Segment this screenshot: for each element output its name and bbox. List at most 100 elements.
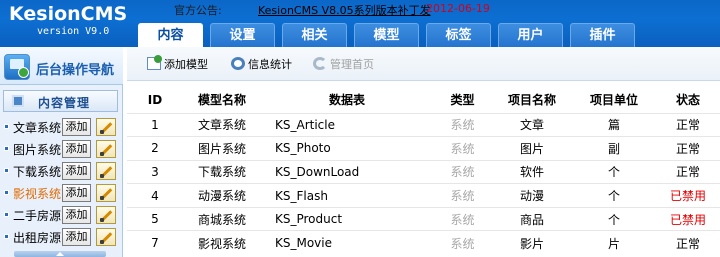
bullet-icon xyxy=(4,212,9,217)
info-stats-label: 信息统计 xyxy=(248,58,292,71)
cell-item-unit: 副 xyxy=(572,136,656,161)
section-square-icon xyxy=(12,95,24,107)
table-header-row: ID 模型名称 数据表 类型 项目名称 项目单位 状态 xyxy=(127,87,720,113)
notice-link[interactable]: KesionCMS V8.05系列版本补丁发 xyxy=(258,2,431,18)
cell-data-table: KS_Photo xyxy=(261,136,433,161)
sidebar-item-label[interactable]: 出租房源 xyxy=(13,229,61,246)
add-button[interactable]: 添加 xyxy=(62,162,91,180)
cell-id: 5 xyxy=(127,206,183,231)
column-header-status: 状态 xyxy=(656,87,720,113)
add-button[interactable]: 添加 xyxy=(62,118,91,136)
cell-item-unit: 个 xyxy=(572,183,656,208)
cell-data-table: KS_Article xyxy=(261,112,433,137)
sidebar-item-label[interactable]: 二手房源 xyxy=(13,207,61,224)
table-row[interactable]: 7 影视系统 KS_Movie 系统 影片 片 正常 xyxy=(127,230,720,255)
content-management-header[interactable]: 内容管理 xyxy=(3,90,118,112)
edit-pencil-icon[interactable] xyxy=(96,228,116,246)
cell-model-name: 图片系统 xyxy=(183,136,261,161)
sidebar-item-label[interactable]: 影视系统 xyxy=(13,185,61,202)
bullet-icon xyxy=(4,234,9,239)
cell-data-table: KS_Flash xyxy=(261,183,433,208)
sidebar-item-rental-housing: 出租房源 添加 xyxy=(0,226,123,248)
add-button[interactable]: 添加 xyxy=(62,140,91,158)
official-notice: 官方公告: KesionCMS V8.05系列版本补丁发 2012-06-19 xyxy=(174,2,490,17)
cell-status[interactable]: 已禁用 xyxy=(656,183,720,208)
sidebar-nav-title: 后台操作导航 xyxy=(36,63,115,78)
add-button[interactable]: 添加 xyxy=(62,184,91,202)
column-header-item-unit: 项目单位 xyxy=(572,87,656,113)
cell-type: 系统 xyxy=(433,206,492,231)
cell-type: 系统 xyxy=(433,230,492,255)
table-row[interactable]: 1 文章系统 KS_Article 系统 文章 篇 正常 xyxy=(127,112,720,137)
sidebar: 后台操作导航 内容管理 文章系统 添加 图片系统 添加 下载系统 添加 影视系统… xyxy=(0,47,123,257)
model-table: ID 模型名称 数据表 类型 项目名称 项目单位 状态 1 文章系统 KS_Ar… xyxy=(127,87,720,255)
gear-icon xyxy=(231,57,245,70)
bullet-icon xyxy=(4,124,9,129)
cell-model-name: 下载系统 xyxy=(183,159,261,184)
sidebar-scroll-up-button[interactable] xyxy=(14,251,106,257)
cell-item-unit: 个 xyxy=(572,159,656,184)
tab-tags[interactable]: 标签 xyxy=(426,23,491,47)
tab-plugins[interactable]: 插件 xyxy=(570,23,635,47)
table-row[interactable]: 2 图片系统 KS_Photo 系统 图片 副 正常 xyxy=(127,136,720,161)
cell-status[interactable]: 正常 xyxy=(656,159,720,184)
cell-item-name: 影片 xyxy=(492,230,572,255)
cell-model-name: 影视系统 xyxy=(183,230,261,255)
cell-id: 7 xyxy=(127,230,183,255)
tab-related[interactable]: 相关 xyxy=(282,23,347,47)
sidebar-item-movie: 影视系统 添加 xyxy=(0,182,123,204)
sidebar-item-label[interactable]: 下载系统 xyxy=(13,163,61,180)
add-button[interactable]: 添加 xyxy=(62,206,91,224)
cell-id: 4 xyxy=(127,183,183,208)
cell-item-name: 动漫 xyxy=(492,183,572,208)
edit-pencil-icon[interactable] xyxy=(96,206,116,224)
app-logo-title: KesionCMS xyxy=(9,3,128,25)
add-button[interactable]: 添加 xyxy=(62,228,91,246)
sidebar-header: 后台操作导航 xyxy=(0,47,123,85)
column-header-type: 类型 xyxy=(433,87,492,113)
cell-status[interactable]: 正常 xyxy=(656,136,720,161)
column-header-data-table: 数据表 xyxy=(261,87,433,113)
tab-models[interactable]: 模型 xyxy=(354,23,419,47)
sidebar-item-photo: 图片系统 添加 xyxy=(0,138,123,160)
edit-pencil-icon[interactable] xyxy=(96,118,116,136)
sidebar-item-article: 文章系统 添加 xyxy=(0,116,123,138)
bullet-icon xyxy=(4,168,9,173)
cell-status[interactable]: 已禁用 xyxy=(656,206,720,231)
tab-content[interactable]: 内容 xyxy=(138,23,203,47)
cell-model-name: 文章系统 xyxy=(183,112,261,137)
cell-id: 2 xyxy=(127,136,183,161)
sidebar-item-second-hand-housing: 二手房源 添加 xyxy=(0,204,123,226)
cell-type: 系统 xyxy=(433,112,492,137)
cell-item-name: 文章 xyxy=(492,112,572,137)
cell-item-name: 软件 xyxy=(492,159,572,184)
sidebar-item-download: 下载系统 添加 xyxy=(0,160,123,182)
add-model-icon xyxy=(147,55,162,70)
table-row[interactable]: 5 商城系统 KS_Product 系统 商品 个 已禁用 xyxy=(127,206,720,231)
edit-pencil-icon[interactable] xyxy=(96,162,116,180)
cell-data-table: KS_Product xyxy=(261,206,433,231)
manage-home-label: 管理首页 xyxy=(330,58,374,71)
table-row[interactable]: 4 动漫系统 KS_Flash 系统 动漫 个 已禁用 xyxy=(127,183,720,208)
app-window: KesionCMS version V9.0 官方公告: KesionCMS V… xyxy=(0,0,720,257)
notice-date: 2012-06-19 xyxy=(426,2,490,15)
main-panel: 添加模型 信息统计 管理首页 ID 模型名称 数据表 类型 项目名称 项目单位 … xyxy=(124,47,720,257)
cell-data-table: KS_Movie xyxy=(261,230,433,255)
tab-settings[interactable]: 设置 xyxy=(210,23,275,47)
cell-model-name: 动漫系统 xyxy=(183,183,261,208)
refresh-icon xyxy=(313,57,327,70)
edit-pencil-icon[interactable] xyxy=(96,140,116,158)
model-table-container: ID 模型名称 数据表 类型 项目名称 项目单位 状态 1 文章系统 KS_Ar… xyxy=(127,87,720,255)
sidebar-item-label[interactable]: 图片系统 xyxy=(13,141,61,158)
tab-users[interactable]: 用户 xyxy=(498,23,563,47)
sidebar-item-label[interactable]: 文章系统 xyxy=(13,119,61,136)
cell-id: 3 xyxy=(127,159,183,184)
cell-item-name: 商品 xyxy=(492,206,572,231)
cell-item-unit: 篇 xyxy=(572,112,656,137)
table-row[interactable]: 3 下载系统 KS_DownLoad 系统 软件 个 正常 xyxy=(127,159,720,184)
edit-pencil-icon[interactable] xyxy=(96,184,116,202)
cell-status[interactable]: 正常 xyxy=(656,112,720,137)
cell-status[interactable]: 正常 xyxy=(656,230,720,255)
bullet-icon xyxy=(4,190,9,195)
cell-item-unit: 个 xyxy=(572,206,656,231)
